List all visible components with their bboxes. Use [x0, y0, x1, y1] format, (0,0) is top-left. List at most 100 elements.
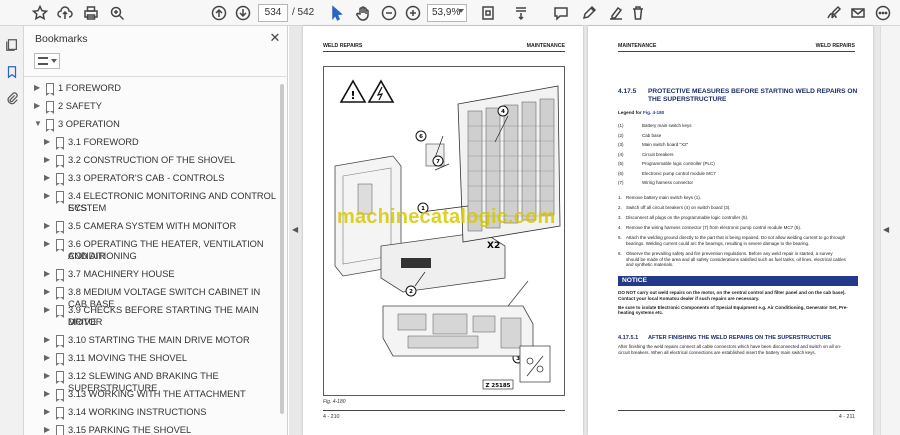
- chevron-right-icon[interactable]: ▶: [44, 220, 50, 232]
- chevron-right-icon[interactable]: ▶: [44, 286, 50, 298]
- step-number: 2.: [618, 205, 622, 211]
- zoom-search-icon[interactable]: [107, 3, 127, 23]
- pen-icon[interactable]: [579, 3, 599, 23]
- bookmark-item[interactable]: ▶ 3.13 WORKING WITH THE ATTACHMENT: [24, 388, 278, 402]
- chevron-right-icon[interactable]: ▶: [44, 352, 50, 364]
- pages-icon[interactable]: [3, 36, 21, 54]
- page-total-label: / 542: [292, 7, 315, 18]
- sign-icon[interactable]: [824, 3, 844, 23]
- step-text: Observe the prevailing safety and fire p…: [626, 251, 862, 268]
- zoom-out-icon[interactable]: [379, 3, 399, 23]
- bookmark-item[interactable]: ▶ 3.5 CAMERA SYSTEM WITH MONITOR: [24, 220, 278, 234]
- bookmark-item[interactable]: ▶ 3.10 STARTING THE MAIN DRIVE MOTOR: [24, 334, 278, 348]
- bookmark-item[interactable]: ▶ 3.7 MACHINERY HOUSE: [24, 268, 278, 282]
- collapse-panel-icon[interactable]: ◀: [292, 225, 298, 234]
- delete-icon[interactable]: [628, 3, 648, 23]
- scroll-mode-icon[interactable]: [511, 3, 531, 23]
- page-up-icon[interactable]: [209, 3, 229, 23]
- bookmark-item[interactable]: ▶ 3.8 MEDIUM VOLTAGE SWITCH CABINET IN CA…: [24, 286, 278, 309]
- bookmark-item[interactable]: ▶ 3.1 FOREWORD: [24, 136, 278, 150]
- bookmarks-scrollbar[interactable]: [280, 84, 284, 414]
- email-icon[interactable]: [848, 3, 868, 23]
- bookmark-item[interactable]: ▶ 3.14 WORKING INSTRUCTIONS: [24, 406, 278, 420]
- chevron-right-icon[interactable]: ▶: [44, 406, 50, 418]
- cloud-upload-icon[interactable]: [55, 3, 75, 23]
- attachment-icon[interactable]: [3, 89, 21, 107]
- star-icon[interactable]: [30, 3, 50, 23]
- step-number: 6.: [618, 251, 622, 257]
- bookmark-label: 3.15 PARKING THE SHOVEL: [68, 425, 192, 435]
- chevron-right-icon[interactable]: ▶: [44, 268, 50, 280]
- svg-text:6: 6: [419, 134, 423, 140]
- notice-banner: NOTICE: [618, 276, 858, 286]
- bookmark-item[interactable]: ▼ 3 OPERATION: [24, 118, 278, 132]
- fit-page-icon[interactable]: [478, 3, 498, 23]
- chevron-down-icon[interactable]: ▼: [34, 118, 42, 130]
- zoom-in-icon[interactable]: [403, 3, 423, 23]
- print-icon[interactable]: [81, 3, 101, 23]
- hand-icon[interactable]: [353, 3, 373, 23]
- chevron-right-icon[interactable]: ▶: [44, 172, 50, 184]
- chevron-right-icon[interactable]: ▶: [34, 100, 40, 112]
- chevron-right-icon[interactable]: ▶: [44, 370, 50, 382]
- chevron-right-icon[interactable]: ▶: [44, 154, 50, 166]
- bookmark-item[interactable]: ▶ 3.15 PARKING THE SHOVEL: [24, 424, 278, 435]
- expand-panel-icon[interactable]: ◀: [883, 225, 889, 234]
- bookmark-label: 3.4 ELECTRONIC MONITORING AND CONTROL SY…: [68, 191, 276, 213]
- chevron-right-icon[interactable]: ▶: [44, 136, 50, 148]
- chevron-right-icon[interactable]: ▶: [44, 334, 50, 346]
- subsection-title: AFTER FINISHING THE WELD REPAIRS ON THE …: [648, 335, 832, 341]
- bookmark-item[interactable]: ▶ 3.9 CHECKS BEFORE STARTING THE MAIN DRI…: [24, 304, 278, 328]
- more-icon[interactable]: [873, 3, 893, 23]
- bookmark-ribbon-icon: [56, 287, 64, 300]
- step-text: Disconnect all plugs on the programmable…: [626, 215, 862, 221]
- notice-text: DO NOT carry out weld repairs on the mot…: [618, 290, 858, 316]
- highlight-icon[interactable]: [606, 3, 626, 23]
- notice-line: Contact your local Komatsu dealer if suc…: [618, 295, 760, 301]
- zoom-level-select[interactable]: 53,9%: [427, 4, 467, 22]
- figure-link[interactable]: Fig. 4-180: [643, 110, 664, 115]
- legend-text: Main switch board "X2": [642, 142, 689, 147]
- comment-icon[interactable]: [551, 3, 571, 23]
- bookmark-item[interactable]: ▶ 3.3 OPERATOR'S CAB - CONTROLS: [24, 172, 278, 186]
- chevron-down-icon[interactable]: [458, 9, 464, 13]
- bookmark-ribbon-icon: [56, 173, 64, 186]
- watermark-text: machinecatalogic.com: [337, 206, 556, 228]
- bookmark-item[interactable]: ▶ 3.6 OPERATING THE HEATER, VENTILATION A…: [24, 238, 278, 262]
- bookmark-item[interactable]: ▶ 2 SAFETY: [24, 100, 278, 114]
- bookmark-options-button[interactable]: [34, 53, 60, 69]
- svg-text:4: 4: [501, 109, 505, 115]
- bookmark-ribbon-icon: [56, 407, 64, 420]
- page-header-right: WELD REPAIRS: [815, 43, 855, 49]
- legend-text: Cab base: [642, 132, 662, 138]
- close-icon[interactable]: ✕: [268, 31, 282, 45]
- page-header-right: MAINTENANCE: [526, 43, 565, 49]
- chevron-right-icon[interactable]: ▶: [34, 82, 40, 94]
- bookmark-label: 3.5 CAMERA SYSTEM WITH MONITOR: [68, 221, 237, 231]
- page-number-input[interactable]: 534: [258, 4, 288, 22]
- chevron-right-icon[interactable]: ▶: [44, 388, 50, 400]
- callout-x2: X2: [487, 241, 500, 251]
- chevron-right-icon[interactable]: ▶: [44, 190, 50, 202]
- chevron-right-icon[interactable]: ▶: [44, 304, 50, 316]
- electric-hazard-icon: [367, 79, 395, 103]
- bookmark-item[interactable]: ▶ 3.12 SLEWING AND BRAKING THE SUPERSTRUC…: [24, 370, 278, 393]
- step-line: Observe the prevailing safety and fire p…: [626, 251, 833, 257]
- select-cursor-icon[interactable]: [327, 3, 347, 23]
- chevron-right-icon[interactable]: ▶: [44, 238, 50, 250]
- bookmark-item[interactable]: ▶ 1 FOREWORD: [24, 82, 278, 96]
- legend-prefix: Legend for: [618, 110, 644, 115]
- bookmark-label-continued: ECS: [68, 203, 88, 213]
- bookmark-item[interactable]: ▶ 3.4 ELECTRONIC MONITORING AND CONTROL S…: [24, 190, 278, 214]
- bookmark-ribbon-icon: [56, 221, 64, 234]
- page-down-icon[interactable]: [233, 3, 253, 23]
- bookmark-icon[interactable]: [3, 63, 21, 81]
- bookmark-label: 3.11 MOVING THE SHOVEL: [68, 353, 188, 363]
- list-options-icon: [38, 57, 48, 65]
- subsection-line: After finishing the weld repairs connect…: [618, 344, 842, 349]
- chevron-right-icon[interactable]: ▶: [44, 424, 50, 435]
- bookmark-item[interactable]: ▶ 3.11 MOVING THE SHOVEL: [24, 352, 278, 366]
- section-title: PROTECTIVE MEASURES BEFORE STARTING WELD…: [648, 88, 858, 103]
- step-number: 4.: [618, 225, 622, 231]
- bookmark-item[interactable]: ▶ 3.2 CONSTRUCTION OF THE SHOVEL: [24, 154, 278, 168]
